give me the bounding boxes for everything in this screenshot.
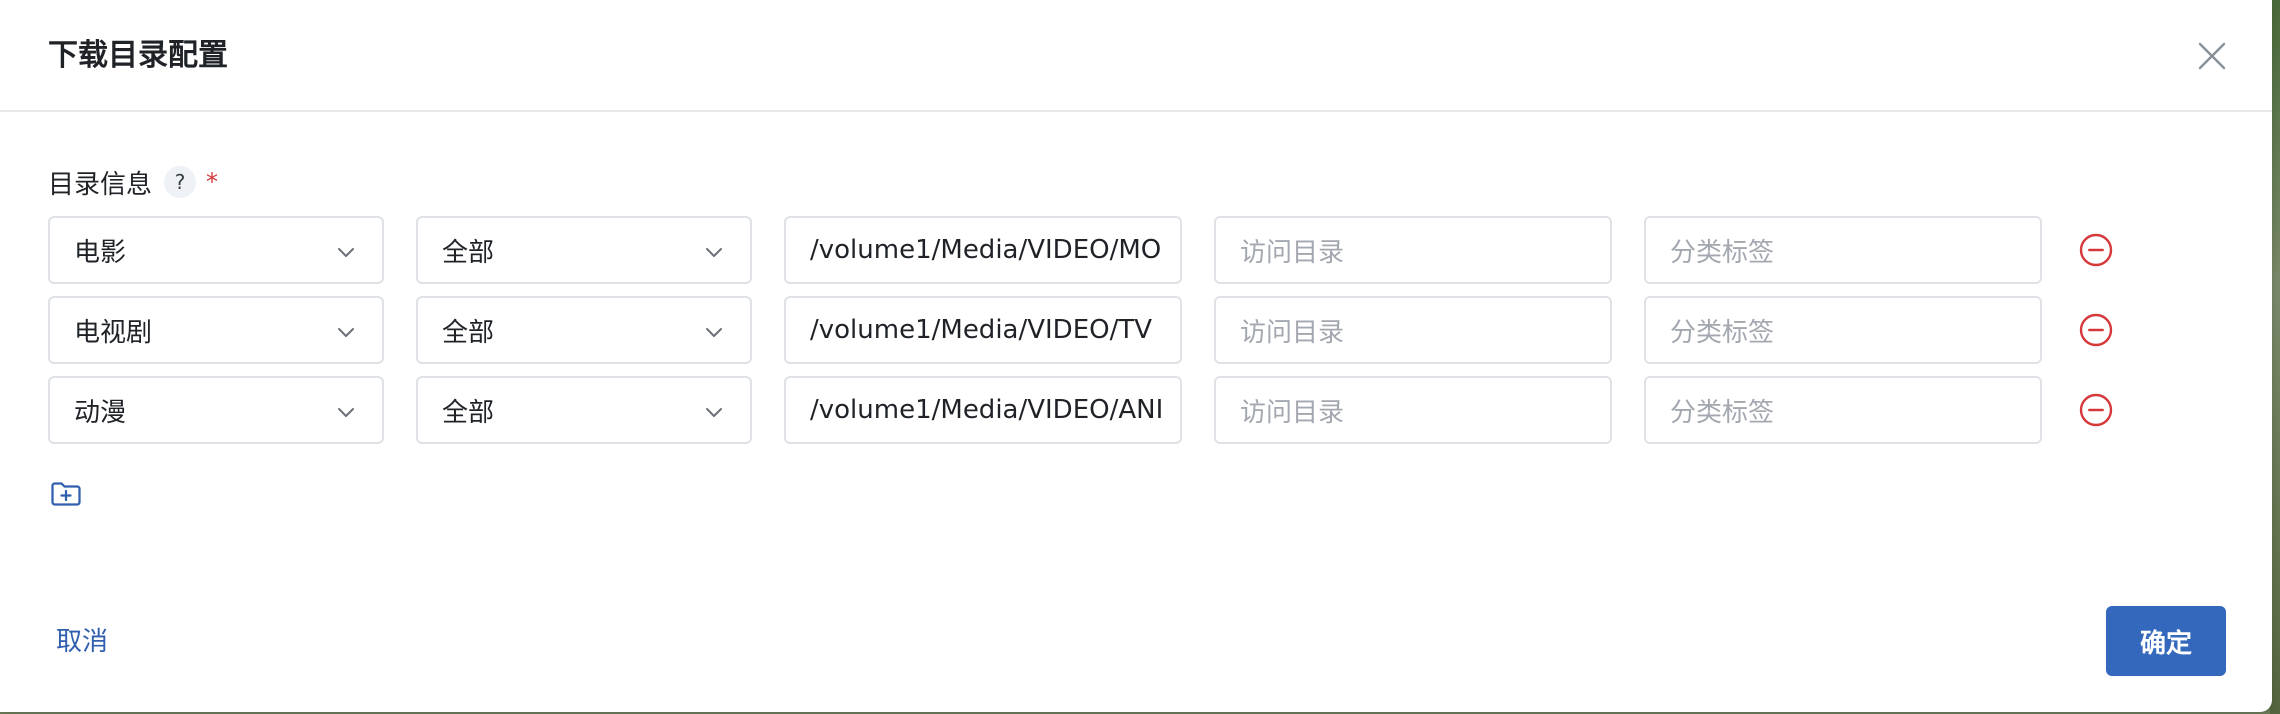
chevron-down-icon bbox=[338, 328, 354, 337]
chevron-down-icon bbox=[706, 248, 722, 257]
remove-row-button[interactable] bbox=[2078, 312, 2114, 348]
access-dir-input[interactable]: 访问目录 bbox=[1214, 216, 1612, 284]
cancel-button[interactable]: 取消 bbox=[56, 622, 108, 662]
media-type-value: 电视剧 bbox=[74, 317, 153, 348]
minus-circle-icon bbox=[2079, 313, 2113, 347]
directory-row: 电影 全部 /volume1/Media/VIDEO/MO 访问目录 分类标签 bbox=[48, 216, 2148, 288]
download-dir-dialog: 下载目录配置 目录信息 ? * 电影 全部 /volume1/Media/VID… bbox=[0, 0, 2272, 712]
access-dir-input[interactable]: 访问目录 bbox=[1214, 296, 1612, 364]
chevron-down-icon bbox=[706, 408, 722, 417]
download-path-value: /volume1/Media/VIDEO/TV bbox=[810, 315, 1153, 345]
media-type-select[interactable]: 动漫 bbox=[48, 376, 384, 444]
download-path-value: /volume1/Media/VIDEO/ANI bbox=[810, 395, 1164, 425]
scope-value: 全部 bbox=[442, 317, 495, 348]
media-type-select[interactable]: 电影 bbox=[48, 216, 384, 284]
download-path-input[interactable]: /volume1/Media/VIDEO/ANI bbox=[784, 376, 1182, 444]
remove-row-button[interactable] bbox=[2078, 232, 2114, 268]
access-dir-placeholder: 访问目录 bbox=[1240, 317, 1345, 348]
scope-select[interactable]: 全部 bbox=[416, 376, 752, 444]
close-icon bbox=[2198, 42, 2226, 70]
minus-circle-icon bbox=[2079, 233, 2113, 267]
scope-value: 全部 bbox=[442, 237, 495, 268]
chevron-down-icon bbox=[706, 328, 722, 337]
dialog-title: 下载目录配置 bbox=[48, 38, 228, 73]
category-tag-input[interactable]: 分类标签 bbox=[1644, 216, 2042, 284]
minus-circle-icon bbox=[2079, 393, 2113, 427]
access-dir-placeholder: 访问目录 bbox=[1240, 397, 1345, 428]
access-dir-input[interactable]: 访问目录 bbox=[1214, 376, 1612, 444]
media-type-select[interactable]: 电视剧 bbox=[48, 296, 384, 364]
add-directory-button[interactable] bbox=[48, 476, 84, 512]
help-icon[interactable]: ? bbox=[164, 166, 197, 198]
chevron-down-icon bbox=[338, 248, 354, 257]
scope-select[interactable]: 全部 bbox=[416, 216, 752, 284]
chevron-down-icon bbox=[338, 408, 354, 417]
download-path-input[interactable]: /volume1/Media/VIDEO/TV bbox=[784, 296, 1182, 364]
category-tag-input[interactable]: 分类标签 bbox=[1644, 296, 2042, 364]
dialog-header: 下载目录配置 bbox=[0, 0, 2272, 112]
download-path-input[interactable]: /volume1/Media/VIDEO/MO bbox=[784, 216, 1182, 284]
remove-row-button[interactable] bbox=[2078, 392, 2114, 428]
download-path-value: /volume1/Media/VIDEO/MO bbox=[810, 235, 1162, 265]
required-marker: * bbox=[206, 168, 219, 196]
directory-row: 电视剧 全部 /volume1/Media/VIDEO/TV 访问目录 分类标签 bbox=[48, 296, 2148, 368]
field-label-text: 目录信息 bbox=[48, 169, 153, 200]
category-tag-placeholder: 分类标签 bbox=[1670, 397, 1775, 428]
category-tag-placeholder: 分类标签 bbox=[1670, 317, 1775, 348]
scope-select[interactable]: 全部 bbox=[416, 296, 752, 364]
category-tag-input[interactable]: 分类标签 bbox=[1644, 376, 2042, 444]
access-dir-placeholder: 访问目录 bbox=[1240, 237, 1345, 268]
media-type-value: 电影 bbox=[74, 237, 127, 268]
folder-plus-icon bbox=[51, 482, 81, 506]
close-button[interactable] bbox=[2194, 38, 2230, 74]
field-label: 目录信息 ? * bbox=[48, 162, 218, 202]
scope-value: 全部 bbox=[442, 397, 495, 428]
media-type-value: 动漫 bbox=[74, 397, 127, 428]
confirm-button[interactable]: 确定 bbox=[2106, 606, 2226, 676]
category-tag-placeholder: 分类标签 bbox=[1670, 237, 1775, 268]
directory-row: 动漫 全部 /volume1/Media/VIDEO/ANI 访问目录 分类标签 bbox=[48, 376, 2148, 448]
